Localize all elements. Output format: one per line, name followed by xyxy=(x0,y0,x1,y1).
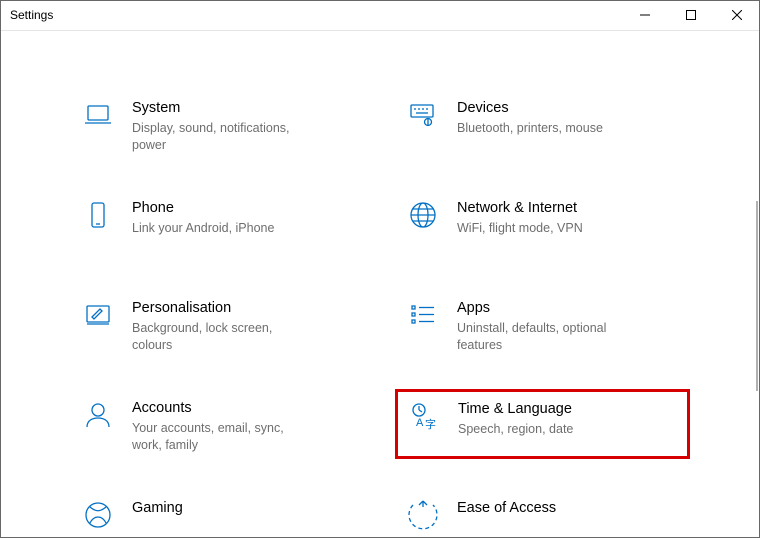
tile-ease-of-access[interactable]: Ease of Access xyxy=(395,489,690,538)
tile-subtitle: Background, lock screen, colours xyxy=(132,320,312,354)
tile-devices[interactable]: Devices Bluetooth, printers, mouse xyxy=(395,89,690,159)
scrollbar-thumb[interactable] xyxy=(756,201,758,391)
accent-strip xyxy=(532,0,580,1)
tile-apps[interactable]: Apps Uninstall, defaults, optional featu… xyxy=(395,289,690,359)
tile-subtitle: WiFi, flight mode, VPN xyxy=(457,220,583,237)
tile-title: Time & Language xyxy=(458,400,573,419)
tile-personalisation[interactable]: Personalisation Background, lock screen,… xyxy=(70,289,365,359)
tile-phone[interactable]: Phone Link your Android, iPhone xyxy=(70,189,365,259)
tile-title: Gaming xyxy=(132,499,183,518)
tile-time-language[interactable]: A字 Time & Language Speech, region, date xyxy=(395,389,690,459)
svg-text:字: 字 xyxy=(425,417,436,431)
tile-subtitle: Display, sound, notifications, power xyxy=(132,120,312,154)
tile-system[interactable]: System Display, sound, notifications, po… xyxy=(70,89,365,159)
tile-subtitle: Your accounts, email, sync, work, family xyxy=(132,420,312,454)
tile-title: Apps xyxy=(457,299,637,318)
tile-title: Devices xyxy=(457,99,603,118)
tile-network[interactable]: Network & Internet WiFi, flight mode, VP… xyxy=(395,189,690,259)
paint-icon xyxy=(82,299,114,349)
apps-list-icon xyxy=(407,299,439,349)
tile-title: Phone xyxy=(132,199,274,218)
minimize-button[interactable] xyxy=(622,0,668,30)
window-controls xyxy=(622,0,760,30)
maximize-button[interactable] xyxy=(668,0,714,30)
tile-subtitle: Bluetooth, printers, mouse xyxy=(457,120,603,137)
tile-title: Ease of Access xyxy=(457,499,556,518)
settings-grid: System Display, sound, notifications, po… xyxy=(70,31,690,538)
window-title: Settings xyxy=(10,8,53,22)
close-button[interactable] xyxy=(714,0,760,30)
tile-title: Accounts xyxy=(132,399,312,418)
tile-subtitle: Speech, region, date xyxy=(458,421,573,438)
tile-subtitle: Uninstall, defaults, optional features xyxy=(457,320,637,354)
tile-title: Personalisation xyxy=(132,299,312,318)
tile-title: System xyxy=(132,99,312,118)
tile-subtitle: Link your Android, iPhone xyxy=(132,220,274,237)
titlebar: Settings xyxy=(0,0,760,31)
tile-accounts[interactable]: Accounts Your accounts, email, sync, wor… xyxy=(70,389,365,459)
tile-title: Network & Internet xyxy=(457,199,583,218)
ease-of-access-icon xyxy=(407,499,439,538)
keyboard-icon xyxy=(407,99,439,149)
content-area: System Display, sound, notifications, po… xyxy=(0,31,760,538)
tile-gaming[interactable]: Gaming xyxy=(70,489,365,538)
xbox-icon xyxy=(82,499,114,538)
phone-icon xyxy=(82,199,114,249)
laptop-icon xyxy=(82,99,114,149)
time-language-icon: A字 xyxy=(408,400,440,448)
person-icon xyxy=(82,399,114,449)
globe-icon xyxy=(407,199,439,249)
svg-text:A: A xyxy=(416,417,424,429)
